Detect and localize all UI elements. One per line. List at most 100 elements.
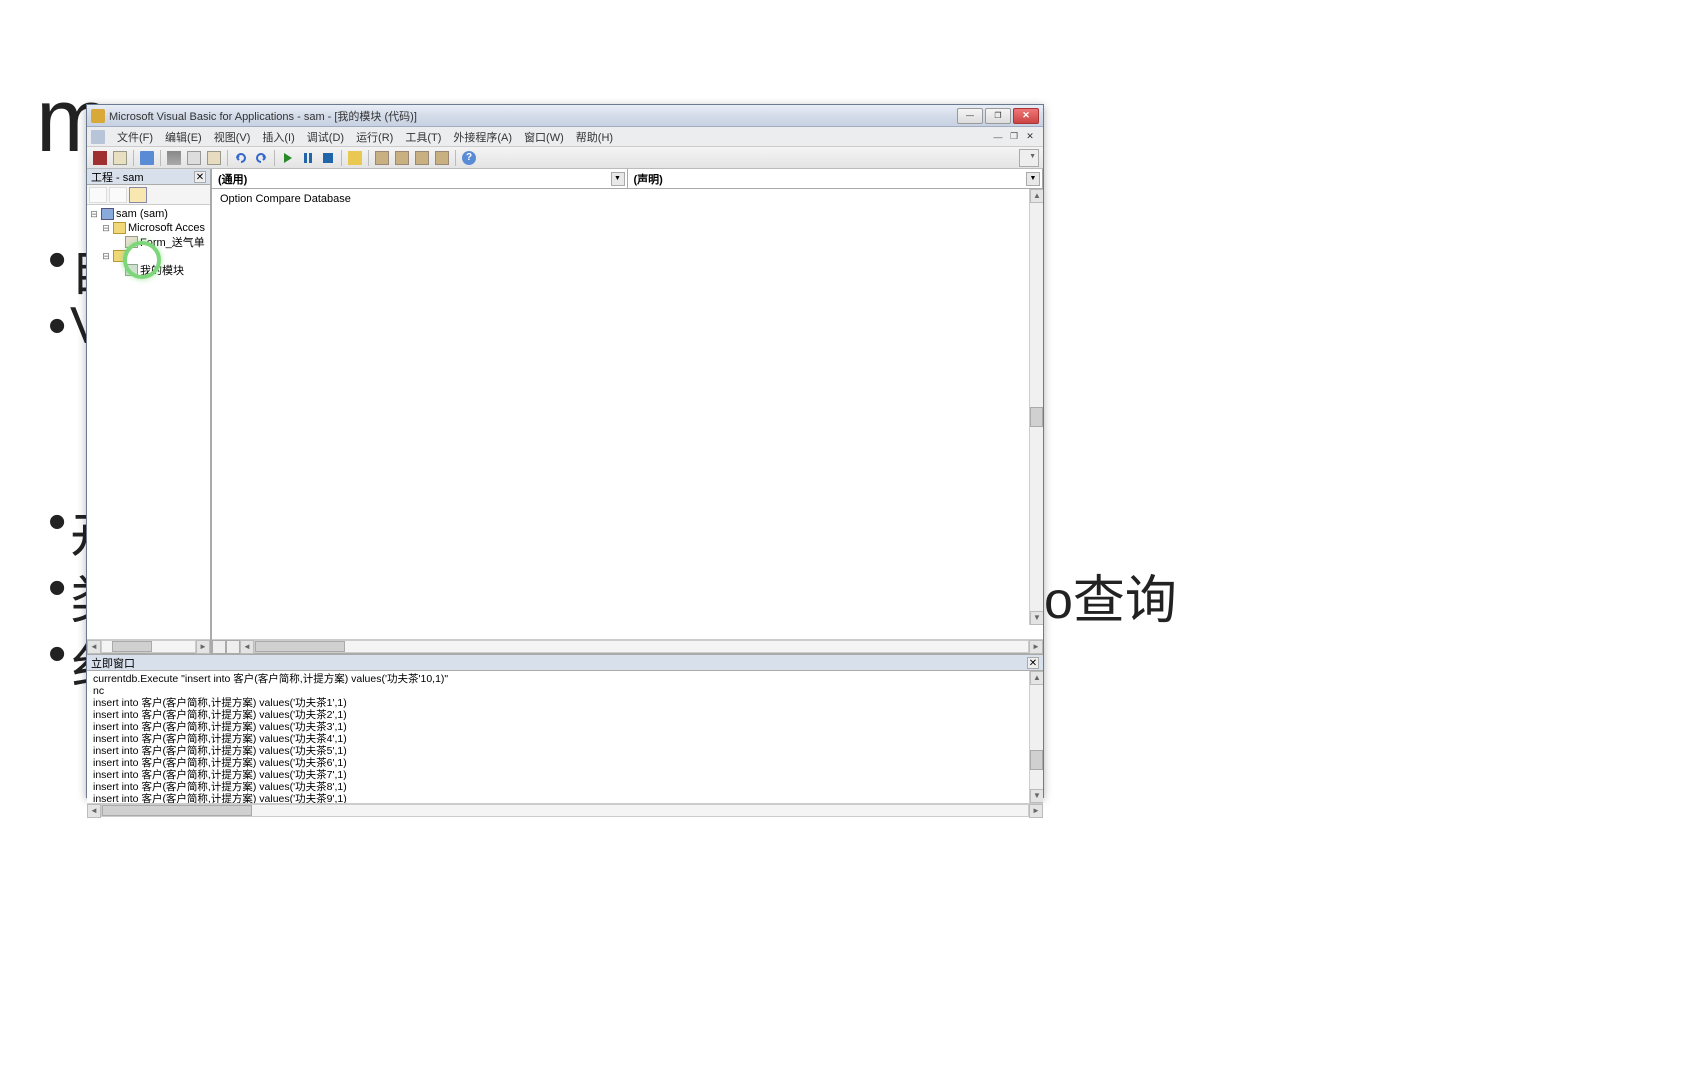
system-menu-icon[interactable]: [91, 130, 105, 144]
module-icon: [125, 264, 138, 276]
bg-bullet: •: [48, 558, 66, 618]
run-button[interactable]: [279, 149, 297, 167]
scroll-thumb[interactable]: [102, 805, 252, 816]
menu-debug[interactable]: 调试(D): [301, 127, 350, 147]
folder-icon: [113, 222, 126, 234]
immediate-hscroll[interactable]: ◄ ►: [87, 803, 1043, 817]
full-module-view-button[interactable]: [226, 640, 240, 654]
immediate-line: insert into 客户(客户简称,计提方案) values('功夫茶7',…: [93, 769, 1037, 781]
dropdown-arrow-icon[interactable]: ▼: [1026, 172, 1040, 186]
scroll-left-button[interactable]: ◄: [87, 804, 101, 818]
toolbox-button[interactable]: [433, 149, 451, 167]
doc-close-button[interactable]: ✕: [1023, 131, 1037, 143]
undo-button[interactable]: [232, 149, 250, 167]
close-button[interactable]: [1013, 108, 1039, 124]
menu-file[interactable]: 文件(F): [111, 127, 159, 147]
scroll-thumb[interactable]: [255, 641, 345, 652]
scroll-track[interactable]: [254, 640, 1029, 653]
view-access-button[interactable]: [91, 149, 109, 167]
menu-edit[interactable]: 编辑(E): [159, 127, 208, 147]
panel-header[interactable]: 工程 - sam ✕: [87, 169, 210, 185]
immediate-header[interactable]: 立即窗口 ✕: [87, 655, 1043, 671]
minimize-button[interactable]: [957, 108, 983, 124]
menu-window[interactable]: 窗口(W): [518, 127, 570, 147]
save-button[interactable]: [138, 149, 156, 167]
menu-addins[interactable]: 外接程序(A): [447, 127, 518, 147]
immediate-editor[interactable]: currentdb.Execute "insert into 客户(客户简称,计…: [87, 671, 1043, 803]
scroll-track[interactable]: [101, 804, 1029, 817]
tree-node-form[interactable]: Form_送气单: [89, 235, 208, 249]
paste-icon: [207, 151, 221, 165]
code-editor[interactable]: Option Compare Database ▲ ▼: [212, 189, 1043, 639]
scroll-left-button[interactable]: ◄: [240, 640, 254, 654]
bg-bullet: •: [48, 296, 66, 356]
object-browser-button[interactable]: [413, 149, 431, 167]
tree-node-module[interactable]: 我的模块: [89, 263, 208, 277]
scroll-right-button[interactable]: ►: [1029, 804, 1043, 818]
menu-help[interactable]: 帮助(H): [570, 127, 619, 147]
insert-button[interactable]: [111, 149, 129, 167]
reset-button[interactable]: [319, 149, 337, 167]
cut-button[interactable]: [165, 149, 183, 167]
project-explorer-panel: 工程 - sam ✕ ⊟ sam (sam) ⊟ Microsoft Acces: [87, 169, 211, 653]
scroll-up-button[interactable]: ▲: [1030, 671, 1043, 685]
scroll-track[interactable]: [101, 640, 196, 653]
code-hscroll[interactable]: ◄ ►: [212, 639, 1043, 653]
menu-run[interactable]: 运行(R): [350, 127, 399, 147]
panel-close-button[interactable]: ✕: [194, 171, 206, 183]
expand-icon[interactable]: ⊟: [101, 251, 111, 262]
copy-button[interactable]: [185, 149, 203, 167]
object-dropdown[interactable]: (通用) ▼: [212, 169, 628, 188]
project-hscroll[interactable]: ◄ ►: [87, 639, 210, 653]
break-button[interactable]: [299, 149, 317, 167]
scroll-down-button[interactable]: ▼: [1030, 611, 1043, 625]
procedure-view-button[interactable]: [212, 640, 226, 654]
menu-view[interactable]: 视图(V): [208, 127, 257, 147]
expand-icon[interactable]: ⊟: [89, 209, 99, 220]
help-button[interactable]: ?: [460, 149, 478, 167]
view-code-button[interactable]: [89, 187, 107, 203]
project-explorer-button[interactable]: [373, 149, 391, 167]
scroll-left-button[interactable]: ◄: [87, 640, 101, 654]
redo-button[interactable]: [252, 149, 270, 167]
procedure-dropdown[interactable]: (声明) ▼: [628, 169, 1044, 188]
titlebar[interactable]: Microsoft Visual Basic for Applications …: [87, 105, 1043, 127]
scroll-thumb[interactable]: [112, 641, 152, 652]
position-combo[interactable]: [1019, 149, 1039, 167]
view-object-button[interactable]: [109, 187, 127, 203]
scroll-right-button[interactable]: ►: [196, 640, 210, 654]
maximize-button[interactable]: [985, 108, 1011, 124]
help-icon: ?: [462, 151, 476, 165]
design-mode-button[interactable]: [346, 149, 364, 167]
tree-node-modules-folder[interactable]: ⊟: [89, 249, 208, 263]
properties-button[interactable]: [393, 149, 411, 167]
immediate-title: 立即窗口: [91, 655, 135, 671]
doc-minimize-button[interactable]: —: [991, 131, 1005, 143]
immediate-line: nc: [93, 685, 1037, 697]
code-vscroll[interactable]: ▲ ▼: [1029, 189, 1043, 625]
scroll-thumb[interactable]: [1030, 407, 1043, 427]
immediate-close-button[interactable]: ✕: [1027, 657, 1039, 669]
tree-node-folder[interactable]: ⊟ Microsoft Acces: [89, 221, 208, 235]
doc-restore-button[interactable]: ❐: [1007, 131, 1021, 143]
folder-icon: [113, 250, 126, 262]
expand-icon[interactable]: ⊟: [101, 223, 111, 234]
paste-button[interactable]: [205, 149, 223, 167]
tree-node-project[interactable]: ⊟ sam (sam): [89, 207, 208, 221]
project-tree[interactable]: ⊟ sam (sam) ⊟ Microsoft Acces Form_送气单 ⊟: [87, 205, 210, 639]
scroll-up-button[interactable]: ▲: [1030, 189, 1043, 203]
menu-insert[interactable]: 插入(I): [256, 127, 300, 147]
immediate-line: insert into 客户(客户简称,计提方案) values('功夫茶6',…: [93, 757, 1037, 769]
scroll-thumb[interactable]: [1030, 750, 1043, 770]
procedure-dropdown-value: (声明): [634, 171, 663, 187]
menu-tools[interactable]: 工具(T): [399, 127, 447, 147]
immediate-vscroll[interactable]: ▲ ▼: [1029, 671, 1043, 803]
scroll-down-button[interactable]: ▼: [1030, 789, 1043, 803]
separator: [274, 150, 275, 166]
project-toolbar: [87, 185, 210, 205]
scroll-right-button[interactable]: ►: [1029, 640, 1043, 654]
toggle-folders-button[interactable]: [129, 187, 147, 203]
dropdown-arrow-icon[interactable]: ▼: [611, 172, 625, 186]
bg-bullet: •: [48, 624, 66, 684]
access-icon: [93, 151, 107, 165]
